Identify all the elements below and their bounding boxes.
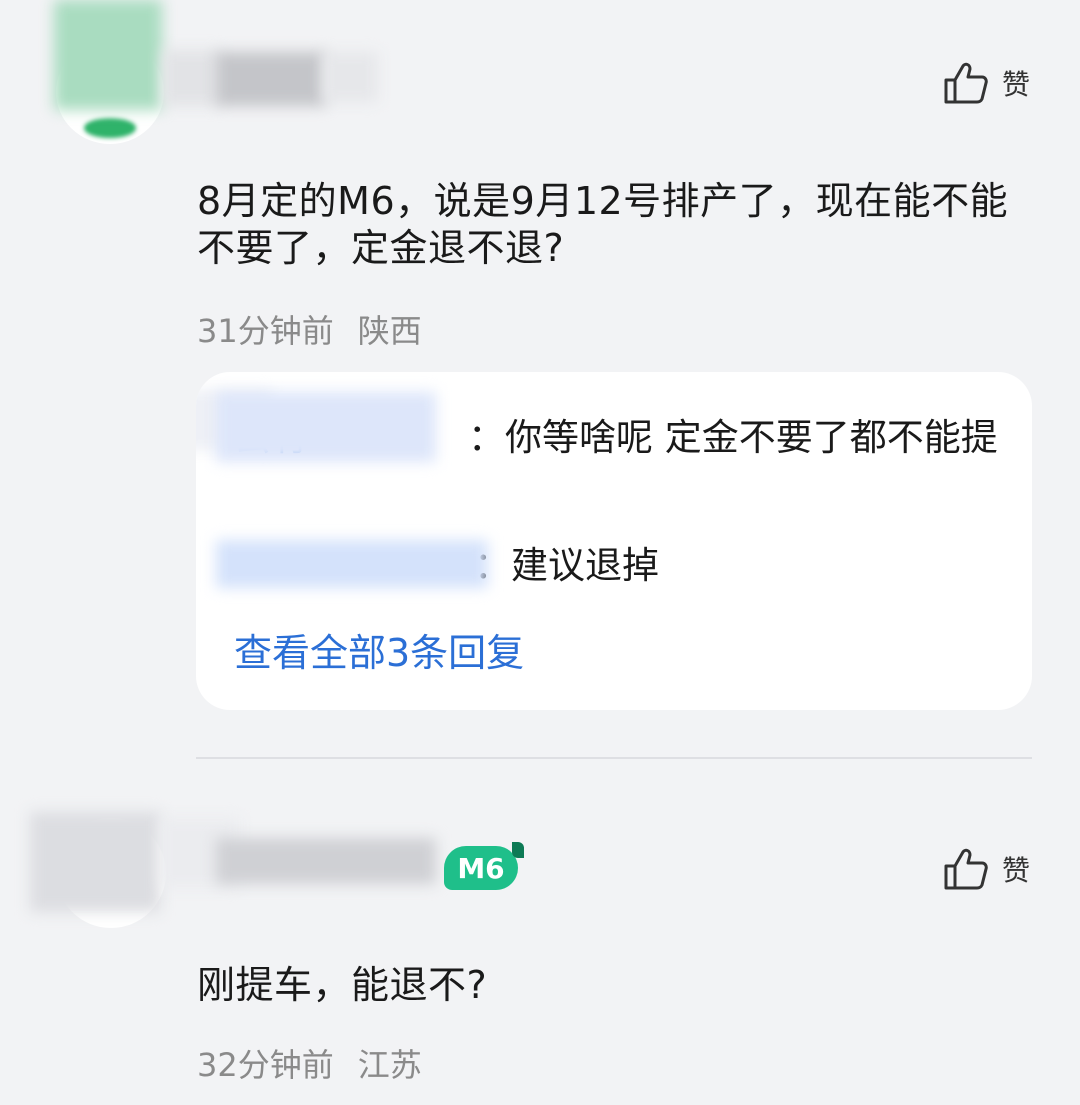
reply-text: ：你等啥呢 定金不要了都不能提 <box>468 416 998 459</box>
like-button[interactable]: 赞 <box>944 62 1030 104</box>
comment-text: 刚提车，能退不? <box>197 963 488 1007</box>
see-all-replies-link[interactable]: 查看全部3条回复 <box>234 622 524 677</box>
comment-location: 陕西 <box>357 312 422 350</box>
like-button[interactable]: 赞 <box>944 848 1030 890</box>
thumbs-up-icon <box>944 62 988 104</box>
like-label: 赞 <box>1002 68 1031 101</box>
comment-location: 江苏 <box>357 1046 422 1084</box>
divider <box>196 757 1032 759</box>
thumbs-up-icon <box>944 848 988 890</box>
comment-text: 8月定的M6，说是9月12号排产了，现在能不能不要了，定金退不退? <box>197 179 1009 270</box>
badge-corner <box>512 842 524 858</box>
comment-time: 32分钟前 <box>197 1046 334 1084</box>
comment-meta: 31分钟前 陕西 <box>197 306 422 352</box>
reply-preview-box[interactable]: 云有：你等啥呢 定金不要了都不能提 ：建议退掉 查看全部3条回复 <box>196 372 1032 710</box>
comment-meta: 32分钟前 江苏 <box>197 1040 422 1086</box>
car-model-badge: M6 <box>444 846 518 890</box>
comment-time: 31分钟前 <box>197 312 334 350</box>
reply-text: ：建议退掉 <box>474 544 659 587</box>
like-label: 赞 <box>1002 854 1031 887</box>
